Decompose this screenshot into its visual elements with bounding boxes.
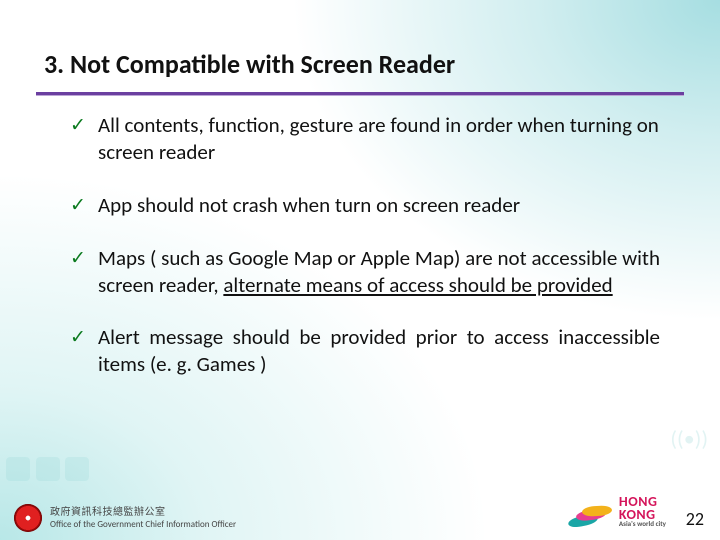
bullet-list: ✓ All contents, function, gesture are fo… xyxy=(70,112,660,378)
bullet-item: ✓ Maps ( such as Google Map or Apple Map… xyxy=(70,245,660,299)
footer-org-cn: 政府資訊科技總監辦公室 xyxy=(50,503,166,518)
bullet-item: ✓ Alert message should be provided prior… xyxy=(70,324,660,378)
page-number: 22 xyxy=(686,508,704,530)
bullet-item: ✓ App should not crash when turn on scre… xyxy=(70,192,660,219)
hk-crest-icon xyxy=(14,504,42,532)
footer-org-en: Office of the Government Chief Informati… xyxy=(50,519,236,530)
checkmark-icon: ✓ xyxy=(70,247,86,271)
slide-title: 3. Not Compatible with Screen Reader xyxy=(44,48,455,80)
bullet-text: App should not crash when turn on screen… xyxy=(98,192,520,218)
ear-icon xyxy=(36,457,60,481)
slide-footer: 政府資訊科技總監辦公室 Office of the Government Chi… xyxy=(0,492,720,540)
checkmark-icon: ✓ xyxy=(70,326,86,350)
title-underline xyxy=(36,92,684,96)
bullet-text: All contents, function, gesture are foun… xyxy=(98,112,659,165)
hk-brand-wave-icon xyxy=(568,506,610,530)
wheelchair-icon xyxy=(6,457,30,481)
slide: 3. Not Compatible with Screen Reader ✓ A… xyxy=(0,0,720,540)
bullet-text: Alert message should be provided prior t… xyxy=(98,324,660,377)
checkmark-icon: ✓ xyxy=(70,194,86,218)
hk-brand-tag: Asia's world city xyxy=(619,521,666,528)
wifi-icon: ((•)) xyxy=(670,425,708,452)
hk-brand-text: HONG KONG Asia's world city xyxy=(619,495,666,528)
checkmark-icon: ✓ xyxy=(70,114,86,138)
slide-body: ✓ All contents, function, gesture are fo… xyxy=(70,112,660,404)
eye-icon xyxy=(65,457,89,481)
bullet-text-underline: alternate means of access should be prov… xyxy=(223,272,612,298)
accessibility-icons-watermark xyxy=(6,457,91,486)
bullet-item: ✓ All contents, function, gesture are fo… xyxy=(70,112,660,166)
